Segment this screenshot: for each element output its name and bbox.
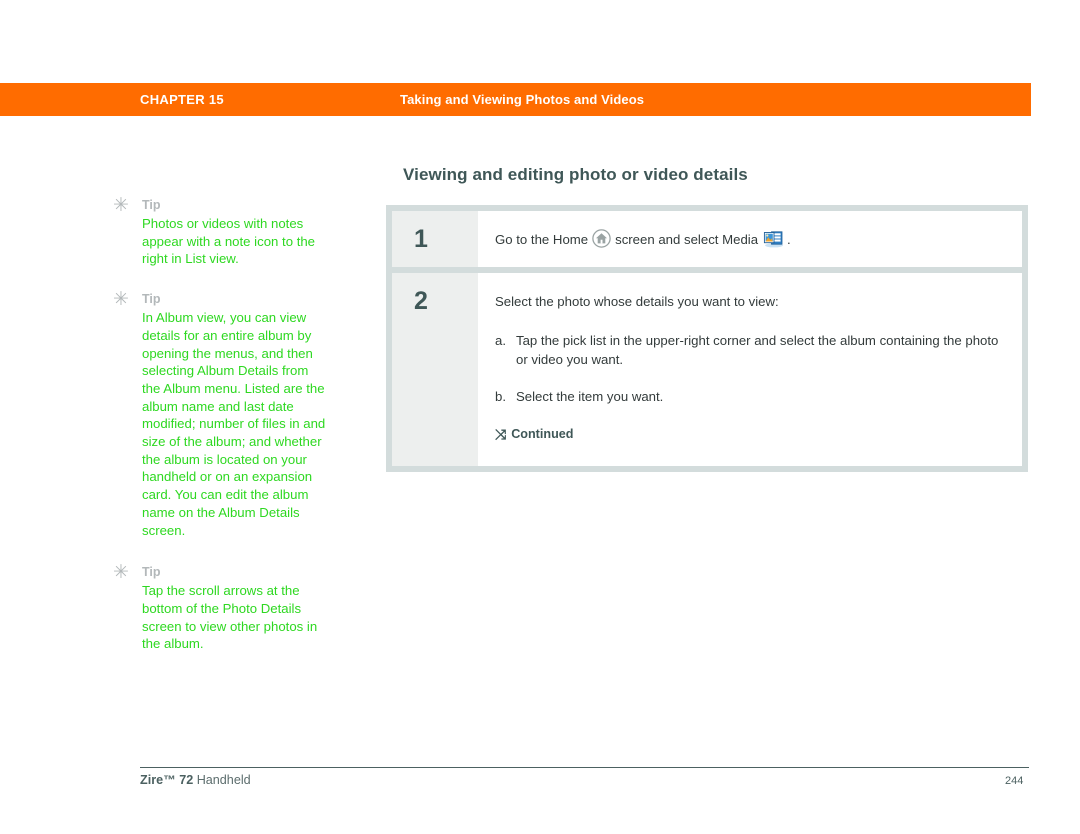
home-icon: [592, 229, 611, 248]
step-row: 2 Select the photo whose details you wan…: [392, 273, 1022, 466]
media-app-icon: [763, 230, 784, 248]
chapter-label: CHAPTER 15: [140, 92, 224, 107]
asterisk-icon: ✳: [113, 288, 129, 311]
tips-sidebar: ✳ Tip Photos or videos with notes appear…: [112, 196, 327, 675]
sub-step-marker: a.: [495, 333, 506, 348]
step-text-middle: screen and select Media: [615, 232, 759, 247]
tip-label: Tip: [142, 565, 161, 580]
asterisk-icon: ✳: [113, 194, 129, 216]
sub-step-marker: b.: [495, 389, 506, 404]
tip-label: Tip: [142, 292, 161, 307]
step-text-after: .: [787, 232, 791, 247]
asterisk-icon: ✳: [113, 561, 129, 584]
page-number: 244: [1005, 775, 1024, 787]
chapter-header-bar: CHAPTER 15 Taking and Viewing Photos and…: [0, 83, 1031, 116]
arrow-down-right-icon: ⤨: [495, 426, 507, 443]
chapter-title: Taking and Viewing Photos and Videos: [400, 92, 645, 107]
footer-divider: [140, 767, 1029, 768]
step-intro-text: Select the photo whose details you want …: [495, 294, 779, 309]
step-text-before: Go to the Home: [495, 232, 589, 247]
step-number: 1: [392, 211, 478, 267]
sub-step-text: Tap the pick list in the upper-right cor…: [516, 333, 999, 367]
sub-step-text: Select the item you want.: [516, 389, 664, 404]
steps-panel: 1 Go to the Home screen and select Media: [386, 205, 1028, 472]
continued-label: Continued: [511, 427, 574, 441]
tip-text: Photos or videos with notes appear with …: [142, 216, 316, 267]
tip-item: ✳ Tip In Album view, you can view detail…: [112, 290, 327, 539]
continued-indicator: ⤨ Continued: [495, 425, 1002, 444]
footer-product-name: Zire™ 72: [140, 773, 194, 787]
page-title: Viewing and editing photo or video detai…: [403, 165, 748, 184]
tip-text: Tap the scroll arrows at the bottom of t…: [142, 583, 318, 652]
tip-item: ✳ Tip Photos or videos with notes appear…: [112, 196, 327, 268]
step-row: 1 Go to the Home screen and select Media: [392, 211, 1022, 267]
footer-product: Zire™ 72 Handheld: [140, 773, 251, 787]
tip-label: Tip: [142, 198, 161, 212]
tip-item: ✳ Tip Tap the scroll arrows at the botto…: [112, 563, 327, 653]
sub-step: a. Tap the pick list in the upper-right …: [495, 331, 1002, 369]
footer-product-type: Handheld: [196, 773, 251, 787]
step-number: 2: [392, 273, 478, 466]
sub-step: b. Select the item you want.: [495, 387, 1002, 406]
step-content: Select the photo whose details you want …: [478, 273, 1022, 466]
tip-text: In Album view, you can view details for …: [142, 310, 326, 538]
step-content: Go to the Home screen and select Media .: [478, 211, 1022, 267]
